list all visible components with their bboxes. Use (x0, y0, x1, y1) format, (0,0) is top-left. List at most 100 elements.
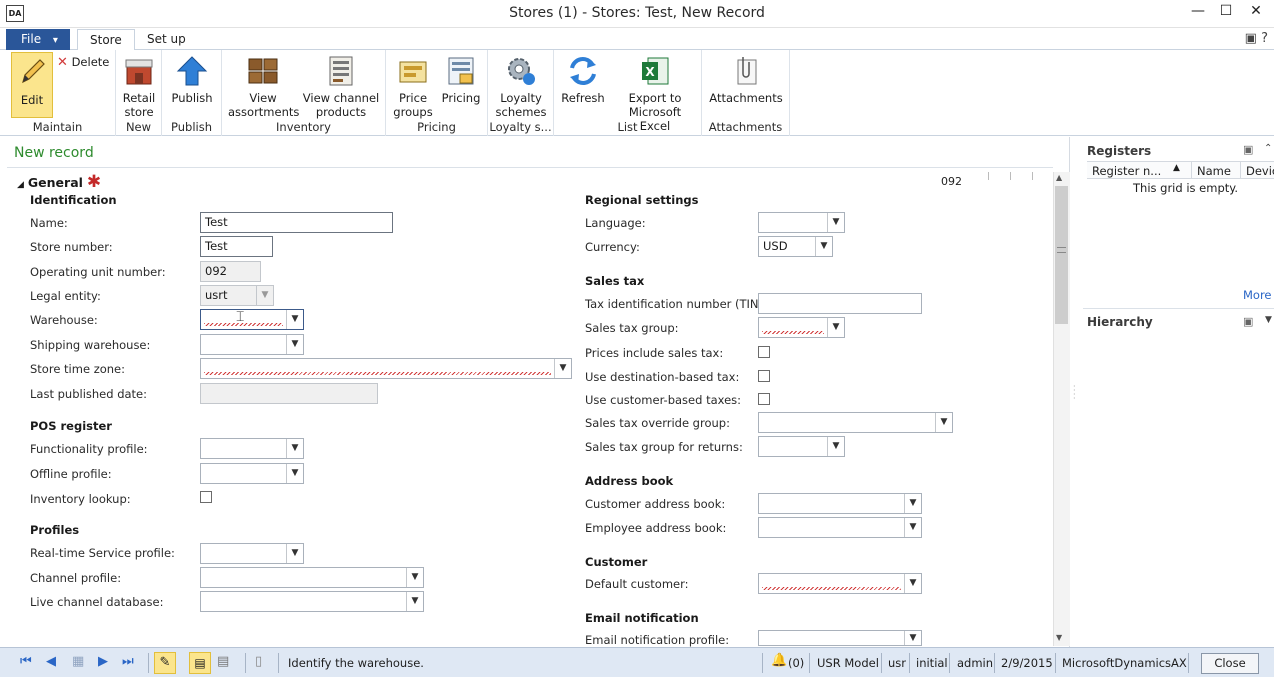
currency-label: Currency: (585, 240, 640, 254)
status-bar: ⏮ ◀ ▦ ▶ ⏭ ✎ ▤ ▤ ▯ Identify the warehouse… (0, 647, 1274, 677)
store-number-field[interactable]: Test (200, 236, 273, 257)
chevron-down-icon[interactable]: ▼ (904, 494, 921, 513)
list-view-icon[interactable]: ▤ (217, 654, 229, 669)
required-underline (762, 331, 824, 334)
tax-override-group-field[interactable]: ▼ (758, 412, 953, 433)
help-icon[interactable]: ▣ ? (1245, 31, 1268, 46)
form-view-icon[interactable]: ▤ (189, 652, 211, 674)
tax-group-returns-field[interactable]: ▼ (758, 436, 845, 457)
chevron-down-icon[interactable]: ▼ (904, 518, 921, 537)
attachments-button[interactable]: Attachments (708, 54, 784, 105)
chevron-down-icon[interactable]: ▼ (286, 310, 303, 329)
tab-store[interactable]: Store (77, 29, 135, 51)
language-label: Language: (585, 216, 646, 230)
column-register-number[interactable]: Register n... (1092, 164, 1161, 178)
view-channel-products-button[interactable]: View channel products (302, 54, 380, 119)
customer-address-book-field[interactable]: ▼ (758, 493, 922, 514)
live-channel-db-field[interactable]: ▼ (200, 591, 424, 612)
scrollbar-thumb[interactable] (1055, 186, 1068, 324)
delete-button[interactable]: ✕ Delete (57, 55, 109, 70)
ribbon-group-publish: Publish Publish (162, 50, 222, 136)
shipping-warehouse-field[interactable]: ▼ (200, 334, 304, 355)
alerts-count[interactable]: (0) (788, 656, 804, 670)
currency-field[interactable]: USD ▼ (758, 236, 833, 257)
required-underline (762, 587, 901, 590)
column-device[interactable]: Devic (1246, 164, 1274, 178)
more-link[interactable]: More (1243, 288, 1272, 302)
file-tab[interactable]: File ▾ (6, 29, 70, 50)
previous-record-icon[interactable]: ◀ (46, 654, 56, 669)
chevron-down-icon[interactable]: ▼ (286, 335, 303, 354)
loyalty-schemes-button[interactable]: Loyalty schemes (492, 54, 550, 119)
chevron-down-icon[interactable]: ▼ (815, 237, 832, 256)
next-record-icon[interactable]: ▶ (98, 654, 108, 669)
section-profiles: Profiles (30, 523, 80, 537)
inventory-lookup-checkbox[interactable] (200, 491, 212, 503)
default-customer-field[interactable]: ▼ (758, 573, 922, 594)
chevron-down-icon[interactable]: ▼ (904, 574, 921, 593)
maximize-button[interactable]: ☐ (1212, 1, 1240, 23)
price-groups-button[interactable]: Price groups (390, 54, 436, 119)
chevron-down-icon[interactable]: ▼ (406, 592, 423, 611)
delete-icon: ✕ (57, 55, 68, 70)
bell-icon[interactable]: 🔔 (771, 653, 787, 668)
channel-profile-label: Channel profile: (30, 571, 122, 585)
email-profile-field[interactable]: ▼ (758, 630, 922, 646)
employee-address-book-field[interactable]: ▼ (758, 517, 922, 538)
chevron-down-icon[interactable]: ▼ (286, 544, 303, 563)
customer-based-tax-checkbox[interactable] (758, 393, 770, 405)
close-button[interactable]: Close (1201, 653, 1259, 674)
chevron-down-icon[interactable]: ▼ (935, 413, 952, 432)
tin-field[interactable] (758, 293, 922, 314)
chevron-down-icon[interactable]: ▼ (827, 437, 844, 456)
collapse-factbox-icon[interactable]: ⌃ (1264, 143, 1272, 154)
chevron-down-icon[interactable]: ▼ (827, 213, 844, 232)
chevron-down-icon[interactable]: ▼ (406, 568, 423, 587)
realtime-service-field[interactable]: ▼ (200, 543, 304, 564)
arrow-up-icon (176, 56, 208, 86)
chevron-down-icon[interactable]: ▼ (554, 359, 571, 378)
pricing-sheet-icon (448, 57, 474, 85)
retail-store-button[interactable]: Retail store (119, 54, 159, 119)
tax-group-returns-label: Sales tax group for returns: (585, 440, 743, 454)
chevron-down-icon[interactable]: ▼ (286, 464, 303, 483)
chevron-down-icon[interactable]: ▼ (904, 631, 921, 645)
fasttab-general[interactable]: ◢ General ✱ (17, 172, 101, 192)
tab-set-up[interactable]: Set up (135, 29, 198, 51)
view-assortments-button[interactable]: View assortments (228, 54, 299, 119)
chevron-down-icon[interactable]: ▼ (286, 439, 303, 458)
sales-tax-group-field[interactable]: ▼ (758, 317, 845, 338)
offline-profile-field[interactable]: ▼ (200, 463, 304, 484)
destination-tax-checkbox[interactable] (758, 370, 770, 382)
record-status: New record (14, 145, 94, 161)
name-field[interactable]: Test (200, 212, 393, 233)
ribbon-group-pricing: Price groups Pricing Pricing (386, 50, 488, 136)
grid-view-icon[interactable]: ▦ (72, 654, 84, 669)
pricing-button[interactable]: Pricing (438, 54, 484, 105)
scroll-up-icon[interactable]: ▲ (1056, 173, 1062, 182)
warehouse-field[interactable]: ▼ (200, 309, 304, 330)
close-window-button[interactable]: ✕ (1242, 1, 1270, 23)
section-address-book: Address book (585, 474, 674, 488)
refresh-button[interactable]: Refresh (558, 54, 608, 105)
pane-splitter[interactable]: · · · · (1073, 383, 1076, 403)
language-field[interactable]: ▼ (758, 212, 845, 233)
chevron-down-icon[interactable]: ▼ (827, 318, 844, 337)
functionality-profile-field[interactable]: ▼ (200, 438, 304, 459)
company-label[interactable]: usr (888, 656, 906, 670)
store-time-zone-field[interactable]: ▼ (200, 358, 572, 379)
edit-mode-icon[interactable]: ✎ (154, 652, 176, 674)
last-record-icon[interactable]: ⏭ (122, 654, 134, 669)
first-record-icon[interactable]: ⏮ (20, 654, 32, 669)
maximize-factbox-icon[interactable]: ▣ (1243, 143, 1253, 156)
edit-button[interactable]: Edit (11, 52, 53, 118)
minimize-button[interactable]: — (1184, 1, 1212, 23)
channel-profile-field[interactable]: ▼ (200, 567, 424, 588)
publish-button[interactable]: Publish (170, 54, 214, 105)
expand-factbox-icon[interactable]: ▼ (1265, 315, 1272, 325)
column-name[interactable]: Name (1197, 164, 1231, 178)
scroll-down-icon[interactable]: ▼ (1056, 633, 1062, 642)
maximize-factbox-icon[interactable]: ▣ (1243, 315, 1253, 328)
prices-include-tax-checkbox[interactable] (758, 346, 770, 358)
document-icon[interactable]: ▯ (255, 654, 262, 669)
